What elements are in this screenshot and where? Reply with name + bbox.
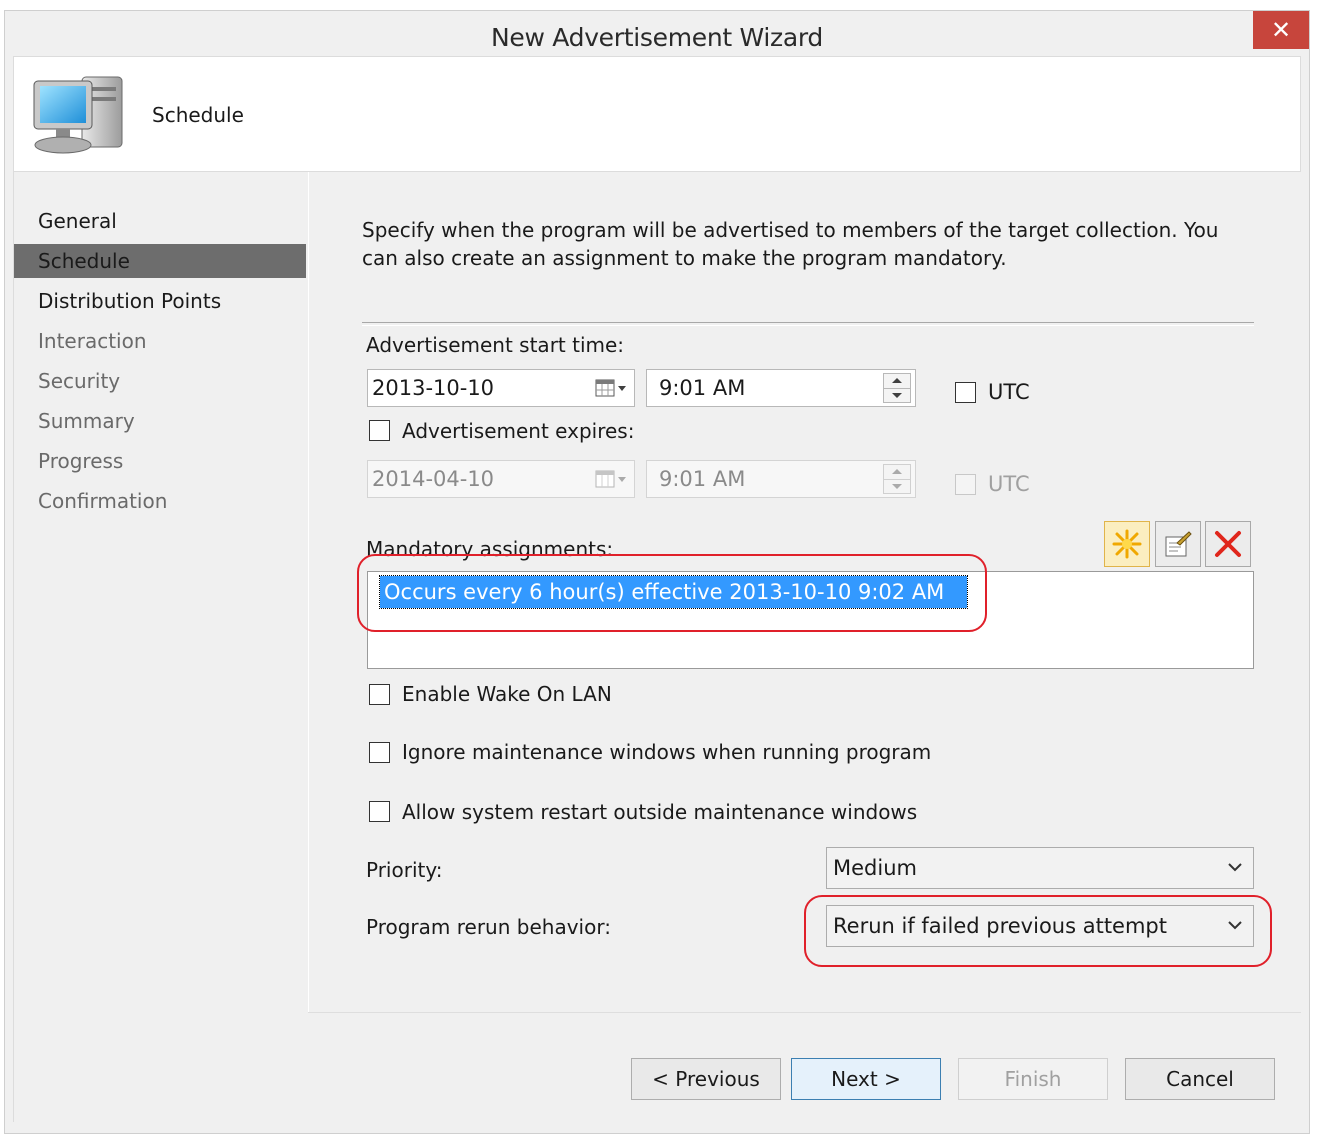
wizard-nav: General Schedule Distribution Points Int… xyxy=(13,172,308,1122)
priority-label: Priority: xyxy=(366,858,443,882)
new-star-icon xyxy=(1112,529,1142,559)
wake-on-lan-checkbox[interactable] xyxy=(369,684,390,705)
properties-assignment-button[interactable] xyxy=(1155,521,1201,567)
spin-up-icon[interactable] xyxy=(884,465,910,479)
new-assignment-button[interactable] xyxy=(1104,521,1150,567)
nav-item-schedule[interactable]: Schedule xyxy=(14,244,306,278)
spin-up-icon[interactable] xyxy=(884,374,910,388)
close-icon: ✕ xyxy=(1270,16,1292,44)
ignore-maintenance-label: Ignore maintenance windows when running … xyxy=(402,740,932,764)
wizard-header: Schedule xyxy=(13,56,1301,172)
chevron-down-icon xyxy=(1228,863,1242,872)
delete-icon xyxy=(1215,531,1241,557)
nav-item-distribution-points[interactable]: Distribution Points xyxy=(14,284,306,318)
start-date-value: 2013-10-10 xyxy=(372,376,495,400)
priority-select[interactable]: Medium xyxy=(826,847,1254,889)
delete-assignment-button[interactable] xyxy=(1205,521,1251,567)
calendar-icon xyxy=(595,470,626,488)
spin-down-icon[interactable] xyxy=(884,479,910,494)
priority-value: Medium xyxy=(833,856,917,880)
calendar-icon[interactable] xyxy=(594,378,628,398)
spin-down-icon[interactable] xyxy=(884,388,910,403)
start-time-label: Advertisement start time: xyxy=(366,333,625,357)
window-title: New Advertisement Wizard xyxy=(490,23,823,52)
start-date-picker[interactable]: 2013-10-10 xyxy=(367,369,635,407)
cancel-button[interactable]: Cancel xyxy=(1125,1058,1275,1100)
next-button[interactable]: Next > xyxy=(791,1058,941,1100)
expire-utc-label: UTC xyxy=(988,472,1030,496)
page-description: Specify when the program will be adverti… xyxy=(362,218,1219,270)
nav-item-summary[interactable]: Summary xyxy=(14,404,306,438)
list-item[interactable]: Occurs every 6 hour(s) effective 2013-10… xyxy=(379,575,968,609)
nav-item-general[interactable]: General xyxy=(14,204,306,238)
previous-button[interactable]: < Previous xyxy=(631,1058,781,1100)
separator xyxy=(362,322,1254,326)
allow-restart-checkbox[interactable] xyxy=(369,801,390,822)
start-utc-label: UTC xyxy=(988,380,1030,404)
nav-item-confirmation[interactable]: Confirmation xyxy=(14,484,306,518)
expire-time-spinner[interactable] xyxy=(883,464,911,494)
page-title: Schedule xyxy=(152,103,244,127)
expire-time-value: 9:01 AM xyxy=(659,467,746,491)
expire-utc-checkbox[interactable] xyxy=(955,474,976,495)
chevron-down-icon xyxy=(1228,921,1242,930)
start-time-input[interactable]: 9:01 AM xyxy=(646,369,916,407)
start-utc-checkbox[interactable] xyxy=(955,382,976,403)
mandatory-label: Mandatory assignments: xyxy=(366,537,614,561)
rerun-value: Rerun if failed previous attempt xyxy=(833,914,1167,938)
nav-item-security[interactable]: Security xyxy=(14,364,306,398)
nav-item-interaction[interactable]: Interaction xyxy=(14,324,306,358)
expire-time-input[interactable]: 9:01 AM xyxy=(646,460,916,498)
allow-restart-label: Allow system restart outside maintenance… xyxy=(402,800,918,824)
properties-icon xyxy=(1165,531,1192,557)
close-button[interactable]: ✕ xyxy=(1253,11,1309,49)
start-time-value: 9:01 AM xyxy=(659,376,746,400)
expire-date-value: 2014-04-10 xyxy=(372,467,495,491)
ignore-maintenance-checkbox[interactable] xyxy=(369,742,390,763)
rerun-behavior-select[interactable]: Rerun if failed previous attempt xyxy=(826,905,1254,947)
start-time-spinner[interactable] xyxy=(883,373,911,403)
rerun-label: Program rerun behavior: xyxy=(366,915,611,939)
finish-button[interactable]: Finish xyxy=(958,1058,1108,1100)
expires-checkbox[interactable] xyxy=(369,420,390,441)
computer-icon xyxy=(33,76,123,154)
nav-item-progress[interactable]: Progress xyxy=(14,444,306,478)
wake-on-lan-label: Enable Wake On LAN xyxy=(402,682,612,706)
mandatory-assignments-list[interactable]: Occurs every 6 hour(s) effective 2013-10… xyxy=(367,571,1254,669)
expires-label: Advertisement expires: xyxy=(402,419,635,443)
expire-date-picker[interactable]: 2014-04-10 xyxy=(367,460,635,498)
